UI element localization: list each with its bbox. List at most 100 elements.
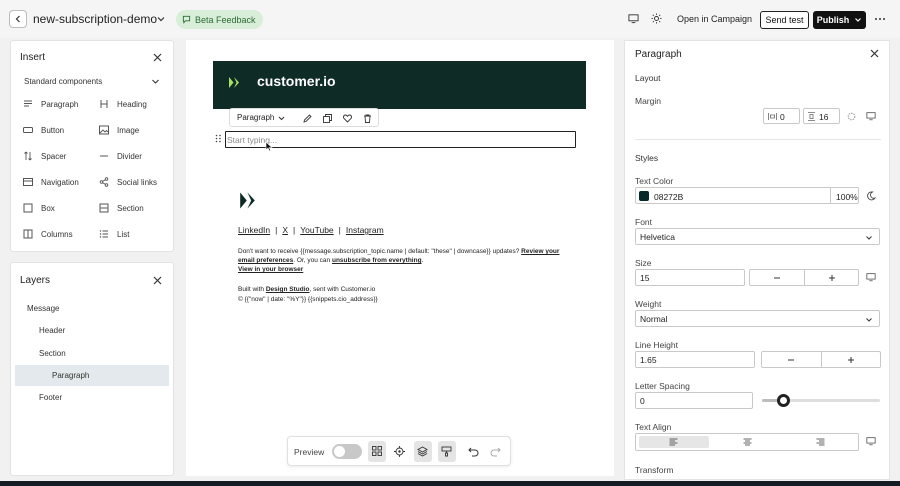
heart-icon[interactable] [343,114,352,123]
link-separator: | [275,225,278,235]
insert-social-links[interactable]: Social links [99,177,157,187]
standard-components-heading[interactable]: Standard components [24,77,102,86]
button-icon [23,127,33,133]
insert-heading[interactable]: Heading [99,99,147,109]
send-test-button[interactable]: Send test [760,11,809,29]
responsive-desktop-icon[interactable] [866,436,876,446]
close-icon[interactable] [153,53,162,62]
responsive-desktop-icon[interactable] [866,111,876,121]
insert-paragraph[interactable]: Paragraph [23,99,78,109]
publish-label: Publish [816,15,850,25]
linkedin-link[interactable]: LinkedIn [238,225,270,235]
component-label: Box [41,203,55,213]
more-options-icon[interactable] [874,13,886,25]
undo-icon[interactable] [468,446,479,457]
trash-icon[interactable] [363,114,372,123]
x-link[interactable]: X [282,225,288,235]
heading-icon [100,100,108,108]
plus-icon[interactable] [847,356,855,364]
publish-button[interactable]: Publish [813,11,866,29]
open-in-campaign-link[interactable]: Open in Campaign [677,14,752,24]
redo-icon[interactable] [490,446,501,457]
margin-vertical-input[interactable]: 16 [803,108,840,124]
minus-icon[interactable] [773,274,781,282]
slider-handle[interactable] [776,394,790,407]
block-type-select[interactable]: Paragraph [237,113,274,122]
layer-section[interactable]: Section [39,349,66,358]
instagram-link[interactable]: Instagram [346,225,384,235]
beta-feedback-button[interactable]: Beta Feedback [176,10,263,29]
chevron-down-icon[interactable] [278,115,285,122]
insert-button[interactable]: Button [23,125,64,135]
align-left-button[interactable] [639,436,709,448]
align-center-button[interactable] [713,436,783,448]
project-title[interactable]: new-subscription-demo [33,12,157,26]
line-height-value: 1.65 [640,355,657,365]
paragraph-text-input[interactable]: Start typing... [225,131,576,148]
line-height-input[interactable]: 1.65 [635,351,755,368]
margin-horizontal-input[interactable]: 0 [763,108,800,124]
responsive-desktop-icon[interactable] [866,272,876,282]
email-header[interactable]: customer.io [213,61,586,109]
divider-icon [100,155,108,157]
color-swatch[interactable] [639,191,649,201]
chevron-down-icon[interactable] [156,14,166,24]
close-icon[interactable] [870,49,879,58]
insert-divider[interactable]: Divider [99,151,142,161]
size-input[interactable]: 15 [635,269,745,286]
drag-handle-icon[interactable] [215,134,222,143]
pencil-icon[interactable] [303,114,312,123]
weight-select[interactable]: Normal [635,310,880,327]
grid-view-button[interactable] [368,441,386,462]
minus-icon[interactable] [787,356,795,364]
built-with-post: , sent with Customer.io [309,286,376,293]
view-in-browser-link[interactable]: View in your browser [238,266,303,273]
margin-vertical-value: 16 [819,112,829,122]
moon-icon[interactable] [866,191,876,201]
spacer-icon [24,151,32,161]
insert-spacer[interactable]: Spacer [23,151,66,161]
component-label: Image [117,125,140,135]
sun-icon[interactable] [651,13,662,24]
letter-spacing-slider[interactable] [762,394,880,407]
toggle-knob [334,446,345,457]
desktop-preview-icon[interactable] [628,13,639,24]
layers-toggle-button[interactable] [414,441,432,462]
plus-icon[interactable] [828,274,836,282]
insert-navigation[interactable]: Navigation [23,177,79,187]
target-icon[interactable] [394,446,405,457]
insert-columns[interactable]: Columns [23,229,73,239]
insert-box[interactable]: Box [23,203,55,213]
text-color-input[interactable]: 08272B 100% [635,187,859,204]
layer-header[interactable]: Header [39,326,65,335]
insert-panel: Insert Standard components Paragraph Hea… [10,40,174,252]
layers-panel-title: Layers [20,275,51,286]
format-painter-button[interactable] [438,441,456,462]
layer-paragraph[interactable]: Paragraph [52,371,89,380]
text-align-group [635,433,859,451]
size-value: 15 [640,273,650,283]
chevron-down-icon[interactable] [151,77,160,86]
text-color-label: Text Color [635,176,674,186]
margin-horizontal-value: 0 [780,112,785,122]
youtube-link[interactable]: YouTube [300,225,333,235]
letter-spacing-input[interactable]: 0 [635,392,753,409]
insert-section[interactable]: Section [99,203,144,213]
back-button[interactable] [9,10,27,28]
insert-list[interactable]: List [99,229,129,239]
duplicate-icon[interactable] [323,114,332,123]
unsubscribe-link[interactable]: unsubscribe from everything [332,257,422,264]
link-margins-icon[interactable] [847,112,856,121]
preview-toggle[interactable] [332,444,362,459]
layer-footer[interactable]: Footer [39,393,62,402]
layer-message[interactable]: Message [27,304,59,313]
subscription-text-3: . [421,257,424,264]
paragraph-icon [24,100,32,107]
align-right-button[interactable] [786,436,856,448]
design-studio-link[interactable]: Design Studio [266,286,310,293]
font-select[interactable]: Helvetica [635,228,880,245]
close-icon[interactable] [153,276,162,285]
margin-label: Margin [635,96,661,106]
insert-image[interactable]: Image [99,125,139,135]
component-label: Heading [117,99,147,109]
